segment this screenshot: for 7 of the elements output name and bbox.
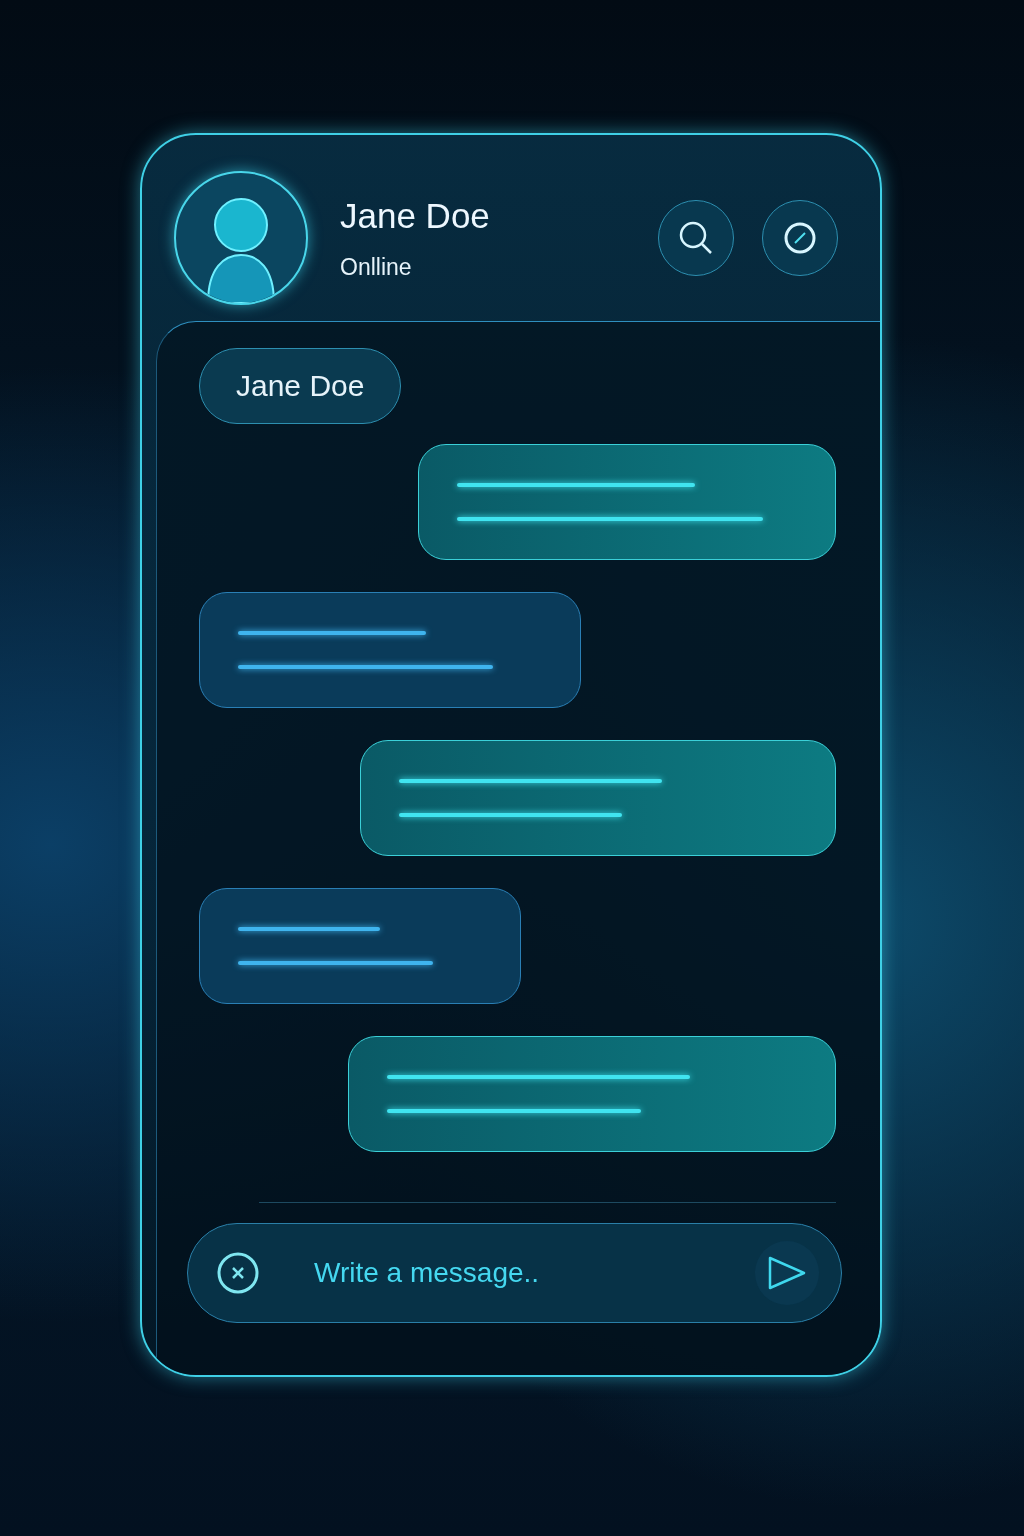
message-input[interactable]: Write a message.. — [312, 1256, 755, 1290]
contact-status: Onlline — [340, 253, 413, 281]
close-icon[interactable] — [216, 1251, 260, 1295]
send-icon — [767, 1255, 807, 1291]
name-chip: Jane Doe — [199, 348, 402, 424]
contact-name: Jane Doe — [340, 195, 491, 236]
compass-icon — [783, 221, 817, 255]
